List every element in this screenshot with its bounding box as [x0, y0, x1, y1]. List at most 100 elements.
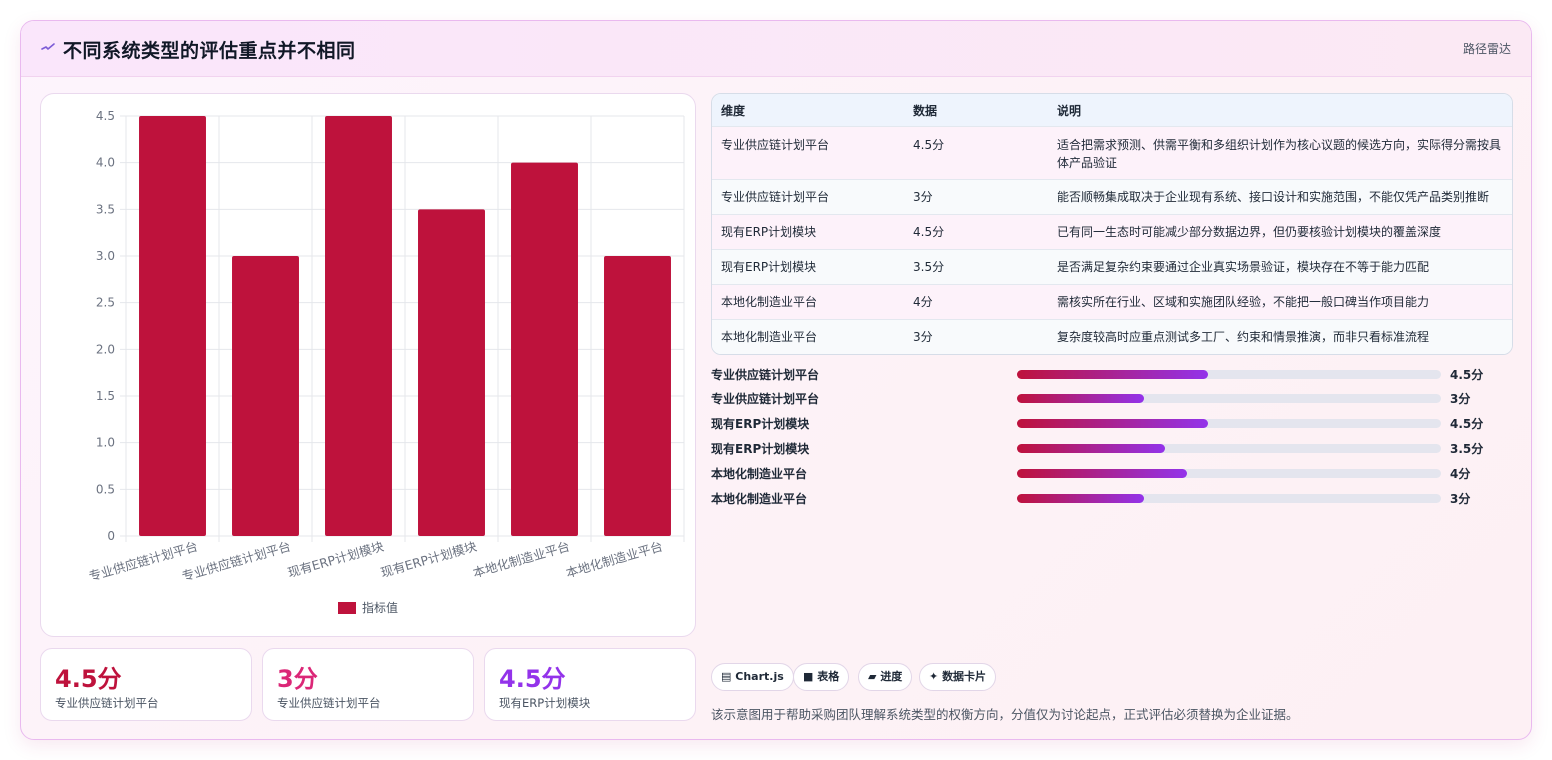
y-tick-label: 3.5	[96, 202, 115, 216]
chip-label: 进度	[880, 670, 903, 683]
x-tick-label: 现有ERP计划模块	[379, 538, 479, 580]
page-title: 不同系统类型的评估重点并不相同	[63, 40, 356, 62]
progress-value: 4.5分	[1450, 417, 1484, 431]
y-tick-label: 1.0	[96, 436, 115, 450]
main-card: 不同系统类型的评估重点并不相同 路径雷达 0 0.5 1.0 1.5 2.0 2.5 3.0…	[20, 20, 1532, 740]
table-header-cell: 说明	[1057, 104, 1082, 118]
table-cell: 复杂度较高时应重点测试多工厂、约束和情景推演，而非只看标准流程	[1057, 330, 1430, 344]
stat-label: 现有ERP计划模块	[499, 696, 591, 710]
table-header-cell: 维度	[721, 104, 746, 118]
legend-label: 指标值	[362, 600, 398, 615]
table-cell: 现有ERP计划模块	[721, 260, 817, 274]
x-tick-label: 本地化制造业平台	[564, 538, 664, 580]
table-cell: 是否满足复杂约束要通过企业真实场景验证，模块存在不等于能力匹配	[1057, 260, 1430, 274]
bar-chart: 00.51.01.52.02.53.03.54.04.5专业供应链计划平台专业供…	[87, 109, 685, 615]
table-cell: 专业供应链计划平台	[721, 138, 830, 152]
progress-track	[1017, 370, 1441, 379]
progress-label: 现有ERP计划模块	[711, 417, 810, 431]
stat-label: 专业供应链计划平台	[55, 696, 159, 710]
progress-fill	[1017, 370, 1208, 379]
chip-label: 数据卡片	[942, 670, 987, 683]
progress-row: 本地化制造业平台 3分	[711, 488, 1513, 508]
progress-fill	[1017, 394, 1145, 403]
table-row: 现有ERP计划模块 4.5分 已有同一生态时可能减少部分数据边界，但仍要核验计划…	[712, 215, 1512, 250]
legend-swatch	[338, 602, 356, 614]
chip-data-card[interactable]: ✦ 数据卡片	[919, 663, 997, 691]
progress-track	[1017, 469, 1441, 478]
card-header: 不同系统类型的评估重点并不相同 路径雷达	[21, 21, 1531, 77]
x-tick-label: 本地化制造业平台	[471, 538, 571, 580]
table-row: 本地化制造业平台 3分 复杂度较高时应重点测试多工厂、约束和情景推演，而非只看标…	[712, 320, 1512, 354]
table-row: 专业供应链计划平台 3分 能否顺畅集成取决于企业现有系统、接口设计和实施范围，不…	[712, 180, 1512, 215]
chip-table[interactable]: ■ 表格	[793, 663, 850, 691]
y-tick-label: 4.0	[96, 156, 115, 170]
header-link[interactable]: 路径雷达	[1463, 40, 1511, 57]
table-row: 专业供应链计划平台 4.5分 适合把需求预测、供需平衡和多组织计划作为核心议题的…	[712, 127, 1512, 180]
chart-icon: ▤	[721, 670, 732, 683]
progress-value: 4.5分	[1450, 368, 1484, 382]
bar	[139, 116, 206, 536]
sparkle-icon: ✦	[929, 670, 939, 683]
y-tick-label: 1.5	[96, 389, 115, 403]
progress-track	[1017, 494, 1441, 503]
table-cell: 已有同一生态时可能减少部分数据边界，但仍要核验计划模块的覆盖深度	[1057, 225, 1442, 239]
progress-track	[1017, 444, 1441, 453]
bar	[604, 256, 671, 536]
progress-label: 专业供应链计划平台	[711, 392, 820, 406]
chip-progress[interactable]: ▰ 进度	[858, 663, 913, 691]
progress-row: 专业供应链计划平台 3分	[711, 388, 1513, 408]
table-cell: 本地化制造业平台	[721, 295, 818, 309]
stat-card-3: 4.5分 现有ERP计划模块	[484, 648, 696, 721]
progress-label: 本地化制造业平台	[711, 467, 808, 481]
progress-fill	[1017, 444, 1166, 453]
progress-fill	[1017, 469, 1187, 478]
table-cell: 适合把需求预测、供需平衡和多组织计划作为核心议题的候选方向，实际得分需按具体产品…	[1057, 138, 1502, 170]
table-cell: 专业供应链计划平台	[721, 190, 830, 204]
table-cell: 需核实所在行业、区域和实施团队经验，不能把一般口碑当作项目能力	[1057, 295, 1430, 309]
progress-fill	[1017, 494, 1145, 503]
stat-label: 专业供应链计划平台	[277, 696, 381, 710]
progress-value: 4分	[1450, 467, 1471, 481]
chip-label: 表格	[817, 670, 840, 683]
pulse-icon	[41, 43, 55, 50]
table-header-cell: 数据	[913, 104, 938, 118]
table-cell: 现有ERP计划模块	[721, 225, 817, 239]
data-table: 维度 数据 说明 专业供应链计划平台 4.5分 适合把需求预测、供需平衡和多组织…	[711, 93, 1513, 355]
table-cell: 4.5分	[913, 225, 945, 239]
progress-fill	[1017, 419, 1208, 428]
stat-value: 4.5分	[55, 665, 122, 693]
progress-track	[1017, 419, 1441, 428]
progress-row: 本地化制造业平台 4分	[711, 463, 1513, 483]
table-row: 本地化制造业平台 4分 需核实所在行业、区域和实施团队经验，不能把一般口碑当作项…	[712, 285, 1512, 320]
y-tick-label: 0	[107, 529, 115, 543]
folder-icon: ▰	[868, 670, 877, 683]
progress-row: 现有ERP计划模块 4.5分	[711, 413, 1513, 433]
table-cell: 4分	[913, 295, 933, 309]
table-cell: 本地化制造业平台	[721, 330, 818, 344]
table-cell: 4.5分	[913, 138, 945, 152]
x-tick-label: 现有ERP计划模块	[286, 538, 386, 580]
y-tick-label: 2.5	[96, 296, 115, 310]
stat-card-1: 4.5分 专业供应链计划平台	[40, 648, 252, 721]
bar	[232, 256, 299, 536]
y-tick-label: 3.0	[96, 249, 115, 263]
table-header-row: 维度 数据 说明	[712, 94, 1512, 127]
progress-row: 专业供应链计划平台 4.5分	[711, 364, 1513, 384]
progress-value: 3分	[1450, 492, 1471, 506]
y-tick-label: 4.5	[96, 109, 115, 123]
progress-value: 3分	[1450, 392, 1471, 406]
footnote: 该示意图用于帮助采购团队理解系统类型的权衡方向，分值仅为讨论起点，正式评估必须替…	[711, 707, 1299, 722]
chip-label: Chart.js	[735, 670, 784, 683]
table-cell: 3.5分	[913, 260, 945, 274]
chip-chartjs[interactable]: ▤ Chart.js	[711, 663, 794, 691]
bar	[325, 116, 392, 536]
table-cell: 3分	[913, 330, 933, 344]
stat-value: 4.5分	[499, 665, 566, 693]
chart-panel: 0 0.5 1.0 1.5 2.0 2.5 3.0 3.5 4.0 4.5 专业供应链计划平台 专业供…	[40, 93, 696, 637]
table-cell: 能否顺畅集成取决于企业现有系统、接口设计和实施范围，不能仅凭产品类别推断	[1057, 190, 1490, 204]
stat-card-2: 3分 专业供应链计划平台	[262, 648, 474, 721]
table-icon: ■	[803, 670, 814, 683]
progress-label: 专业供应链计划平台	[711, 368, 820, 382]
bar	[511, 162, 578, 536]
progress-track	[1017, 394, 1441, 403]
